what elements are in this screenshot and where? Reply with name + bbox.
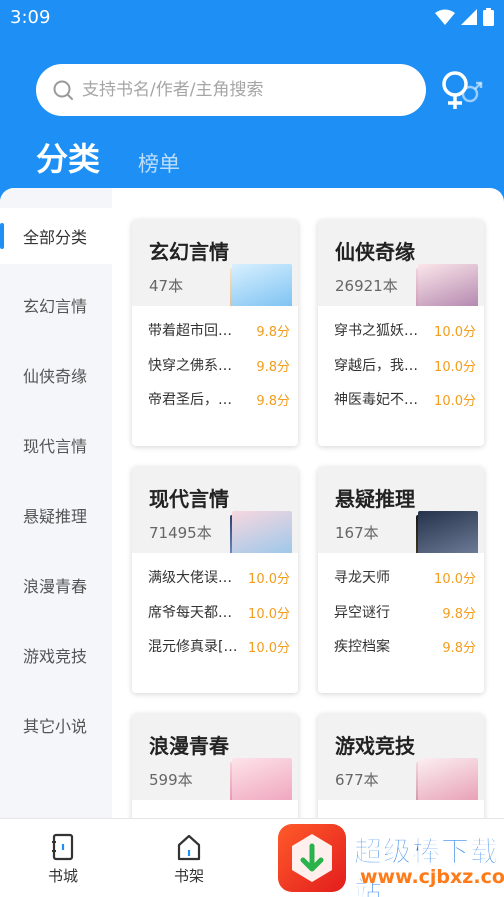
book-score: 10.0分	[434, 359, 476, 375]
nav-bookshelf-label: 书架	[173, 867, 204, 885]
card-count: 677本	[335, 771, 379, 789]
book-score: 10.0分	[248, 571, 290, 587]
book-cover-image	[232, 511, 292, 553]
book-cover-image	[418, 264, 478, 306]
bookshelf-icon	[177, 834, 201, 861]
card-title: 游戏竞技	[335, 734, 415, 758]
nav-bookstore-label: 书城	[47, 867, 78, 885]
card-title: 现代言情	[149, 487, 229, 511]
bookstore-icon	[52, 833, 74, 861]
book-title: 帝君圣后，…	[148, 392, 232, 408]
sidebar-item-youth[interactable]: 浪漫青春	[0, 557, 112, 613]
nav-bookstore[interactable]: 书城	[23, 833, 103, 886]
book-score: 9.8分	[442, 640, 476, 656]
book-row[interactable]: 混元修真录[… 10.0分	[148, 634, 290, 658]
card-count: 71495本	[149, 524, 212, 542]
battery-icon	[483, 8, 494, 26]
category-panel: 全部分类 玄幻言情 仙侠奇缘 现代言情 悬疑推理 浪漫青春 游戏竞技 其它小说 …	[0, 188, 504, 818]
book-score: 9.8分	[256, 393, 290, 409]
download-arrow-icon	[292, 834, 332, 882]
book-cover-image	[418, 511, 478, 553]
book-cover-image	[232, 264, 292, 306]
card-title: 仙侠奇缘	[335, 240, 415, 264]
book-row[interactable]: 神医毒妃不… 10.0分	[334, 387, 476, 411]
book-score: 9.8分	[256, 359, 290, 375]
book-row[interactable]: 异空谜行 9.8分	[334, 600, 476, 624]
book-score: 9.8分	[442, 606, 476, 622]
card-header: 悬疑推理 167本	[318, 467, 484, 553]
status-time: 3:09	[10, 7, 51, 28]
card-title: 浪漫青春	[149, 734, 229, 758]
site-watermark: 超级棒下载站 www.cjbxz.com	[276, 822, 504, 897]
category-card[interactable]: 现代言情 71495本 满级大佬误… 10.0分 席爷每天都… 10.0分 混元修真…	[132, 467, 298, 693]
book-row[interactable]: 快穿之佛系… 9.8分	[148, 353, 290, 377]
sidebar-item-fantasy-romance[interactable]: 玄幻言情	[0, 277, 112, 333]
book-score: 10.0分	[434, 393, 476, 409]
book-title: 寻龙天师	[334, 570, 390, 586]
search-icon	[53, 80, 73, 100]
card-count: 599本	[149, 771, 193, 789]
card-title: 玄幻言情	[149, 240, 229, 264]
book-title: 穿越后，我…	[334, 358, 418, 374]
card-header: 玄幻言情 47本	[132, 220, 298, 306]
gender-switch-icon[interactable]	[440, 68, 484, 112]
book-title: 带着超市回…	[148, 323, 232, 339]
book-score: 10.0分	[434, 324, 476, 340]
book-row[interactable]: 席爷每天都… 10.0分	[148, 600, 290, 624]
tab-category[interactable]: 分类	[36, 134, 100, 180]
category-card[interactable]: 游戏竞技 677本	[318, 714, 484, 818]
search-bar[interactable]	[36, 64, 426, 116]
category-card[interactable]: 浪漫青春 599本	[132, 714, 298, 818]
book-score: 10.0分	[434, 571, 476, 587]
watermark-url: www.cjbxz.com	[360, 866, 504, 888]
card-header: 游戏竞技 677本	[318, 714, 484, 800]
book-title: 满级大佬误…	[148, 570, 232, 586]
book-row[interactable]: 寻龙天师 10.0分	[334, 565, 476, 589]
category-card[interactable]: 玄幻言情 47本 带着超市回… 9.8分 快穿之佛系… 9.8分 帝君圣后，… 9.8…	[132, 220, 298, 446]
book-score: 10.0分	[248, 606, 290, 622]
book-row[interactable]: 帝君圣后，… 9.8分	[148, 387, 290, 411]
book-title: 异空谜行	[334, 605, 390, 621]
card-header: 浪漫青春 599本	[132, 714, 298, 800]
status-icons	[435, 8, 494, 26]
card-header: 仙侠奇缘 26921本	[318, 220, 484, 306]
book-row[interactable]: 带着超市回… 9.8分	[148, 318, 290, 342]
card-header: 现代言情 71495本	[132, 467, 298, 553]
book-title: 穿书之狐妖…	[334, 323, 418, 339]
book-score: 9.8分	[256, 324, 290, 340]
card-count: 26921本	[335, 277, 398, 295]
book-row[interactable]: 穿书之狐妖… 10.0分	[334, 318, 476, 342]
book-title: 快穿之佛系…	[148, 358, 232, 374]
sidebar-item-gaming[interactable]: 游戏竞技	[0, 627, 112, 683]
sidebar-item-modern-romance[interactable]: 现代言情	[0, 417, 112, 473]
book-cover-image	[232, 758, 292, 800]
sidebar-item-all[interactable]: 全部分类	[0, 208, 112, 264]
tab-ranking[interactable]: 榜单	[138, 148, 180, 178]
sidebar-item-xianxia[interactable]: 仙侠奇缘	[0, 347, 112, 403]
sidebar-item-other[interactable]: 其它小说	[0, 697, 112, 753]
book-row[interactable]: 穿越后，我… 10.0分	[334, 353, 476, 377]
book-title: 席爷每天都…	[148, 605, 232, 621]
wifi-icon	[435, 9, 455, 25]
book-score: 10.0分	[248, 640, 290, 656]
card-title: 悬疑推理	[335, 487, 415, 511]
card-count: 47本	[149, 277, 184, 295]
book-title: 神医毒妃不…	[334, 392, 418, 408]
book-title: 混元修真录[…	[148, 639, 238, 655]
watermark-logo	[278, 824, 346, 892]
category-card[interactable]: 仙侠奇缘 26921本 穿书之狐妖… 10.0分 穿越后，我… 10.0分 神医毒妃…	[318, 220, 484, 446]
status-bar: 3:09	[0, 0, 504, 36]
sidebar-item-mystery[interactable]: 悬疑推理	[0, 487, 112, 543]
card-count: 167本	[335, 524, 379, 542]
book-row[interactable]: 疾控档案 9.8分	[334, 634, 476, 658]
book-title: 疾控档案	[334, 639, 390, 655]
nav-bookshelf[interactable]: 书架	[149, 833, 229, 886]
search-input[interactable]	[82, 80, 402, 100]
signal-icon	[461, 9, 477, 25]
category-card[interactable]: 悬疑推理 167本 寻龙天师 10.0分 异空谜行 9.8分 疾控档案 9.8分	[318, 467, 484, 693]
category-sidebar: 全部分类 玄幻言情 仙侠奇缘 现代言情 悬疑推理 浪漫青春 游戏竞技 其它小说	[0, 188, 112, 818]
book-cover-image	[418, 758, 478, 800]
book-row[interactable]: 满级大佬误… 10.0分	[148, 565, 290, 589]
